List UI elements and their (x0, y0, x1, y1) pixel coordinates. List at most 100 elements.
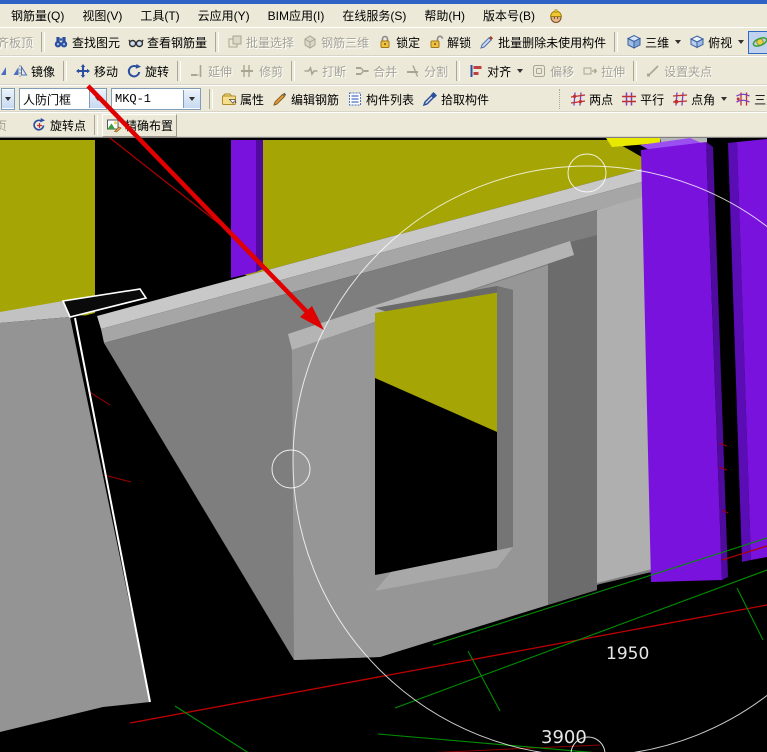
split-button[interactable]: 分割 (401, 60, 452, 83)
opening-right-jamb (497, 286, 513, 567)
rotate-icon (126, 63, 142, 79)
two-point-button[interactable]: 两点 (566, 88, 617, 111)
column-purple-upper-side (256, 140, 263, 272)
rebar-3d-icon (302, 34, 318, 50)
batch-select-button[interactable]: 批量选择 (223, 31, 298, 54)
chevron-down-icon[interactable] (517, 69, 523, 73)
viewport-3d[interactable]: 1950 3900 (0, 137, 767, 752)
rotate-point-icon (31, 117, 47, 133)
separator (94, 115, 98, 135)
offset-button[interactable]: 偏移 (527, 60, 578, 83)
unlock-button[interactable]: 解锁 (424, 31, 475, 54)
menu-rebar-quantity[interactable]: 钢筋量(Q) (2, 4, 73, 27)
view-top-button[interactable]: 俯视 (685, 31, 748, 54)
trim-button[interactable]: 修剪 (236, 60, 287, 83)
separator (291, 61, 295, 81)
parallel-button[interactable]: 平行 (617, 88, 668, 111)
separator (63, 61, 67, 81)
menu-version[interactable]: 版本号(B) (474, 4, 544, 27)
edit-rebar-button[interactable]: 编辑钢筋 (268, 88, 343, 111)
merge-button[interactable]: 合并 (350, 60, 401, 83)
menu-cloud-apps[interactable]: 云应用(Y) (189, 4, 259, 27)
view-3d-button[interactable]: 三维 (622, 31, 685, 54)
separator (614, 32, 618, 52)
clipped-label: 页 (0, 117, 9, 134)
toolbar-place: 页 旋转点 精确布置 (0, 112, 767, 137)
separator (559, 89, 562, 109)
break-icon (303, 63, 319, 79)
component-list-icon (347, 91, 363, 107)
component-name-value: MKQ-1 (112, 92, 183, 106)
menu-view[interactable]: 视图(V) (73, 4, 131, 27)
extend-icon (189, 63, 205, 79)
point-angle-icon (672, 91, 688, 107)
point-angle-button[interactable]: 点角 (668, 88, 731, 111)
rebar-3d-button[interactable]: 钢筋三维 (298, 31, 373, 54)
mirror-icon (12, 63, 28, 79)
menu-bim-apps[interactable]: BIM应用(I) (259, 4, 334, 27)
dimension-label-1950: 1950 (606, 644, 649, 664)
clipped-combo[interactable] (1, 88, 15, 110)
separator (41, 32, 45, 52)
lock-button[interactable]: 锁定 (373, 31, 424, 54)
binoculars-icon (53, 34, 69, 50)
three-point-aux-button[interactable]: 三点辅轴 (731, 88, 767, 111)
chevron-down-icon[interactable] (738, 40, 744, 44)
separator (456, 61, 460, 81)
brush-icon (479, 34, 495, 50)
combo-arrow-icon[interactable] (89, 90, 106, 108)
toolbar-edit: 镜像 移动 旋转 延伸 修剪 打断 合并 分割 (0, 56, 767, 85)
align-icon (468, 63, 484, 79)
scene-3d: 1950 3900 (0, 138, 767, 752)
lock-icon (377, 34, 393, 50)
menubar: 钢筋量(Q) 视图(V) 工具(T) 云应用(Y) BIM应用(I) 在线服务(… (0, 4, 767, 27)
pick-component-button[interactable]: 拾取构件 (418, 88, 493, 111)
set-grips-button[interactable]: 设置夹点 (641, 60, 716, 83)
unlock-icon (428, 34, 444, 50)
edit-rebar-icon (272, 91, 288, 107)
rotate-button[interactable]: 旋转 (122, 60, 173, 83)
move-button[interactable]: 移动 (71, 60, 122, 83)
precise-placement-button[interactable]: 精确布置 (102, 114, 177, 137)
component-list-button[interactable]: 构件列表 (343, 88, 418, 111)
break-button[interactable]: 打断 (299, 60, 350, 83)
chevron-down-icon[interactable] (721, 97, 727, 101)
toolbar-view: 齐板顶 查找图元 查看钢筋量 批量选择 钢筋三维 锁定 解锁 (0, 27, 767, 56)
view-rebar-quantity-button[interactable]: 查看钢筋量 (124, 31, 211, 54)
menu-tools[interactable]: 工具(T) (131, 4, 188, 27)
column-purple-upper[interactable] (231, 140, 256, 278)
clipped-icon (0, 63, 8, 79)
combo-arrow-icon[interactable] (183, 90, 200, 108)
flush-slab-top-button[interactable]: 齐板顶 (0, 31, 37, 54)
glasses-icon (128, 34, 144, 50)
chevron-down-icon[interactable] (675, 40, 681, 44)
batch-select-icon (227, 34, 243, 50)
separator (209, 89, 213, 109)
batch-delete-unused-button[interactable]: 批量删除未使用构件 (475, 31, 610, 54)
precise-place-icon (106, 117, 122, 133)
move-icon (75, 63, 91, 79)
align-button[interactable]: 对齐 (464, 60, 527, 83)
construction-worker-icon[interactable] (548, 8, 564, 24)
rotate-point-button[interactable]: 旋转点 (27, 114, 90, 137)
menu-help[interactable]: 帮助(H) (415, 4, 474, 27)
three-point-aux-icon (735, 91, 751, 107)
separator (215, 32, 219, 52)
split-icon (405, 63, 421, 79)
orbit-icon (752, 34, 767, 50)
find-element-button[interactable]: 查找图元 (49, 31, 124, 54)
component-type-combo[interactable]: 人防门框 (19, 88, 107, 110)
stretch-button[interactable]: 拉伸 (578, 60, 629, 83)
trim-icon (240, 63, 256, 79)
cube-3d-icon (626, 34, 642, 50)
properties-button[interactable]: 属性 (217, 88, 268, 111)
menu-online-services[interactable]: 在线服务(S) (333, 4, 415, 27)
mirror-button[interactable]: 镜像 (8, 60, 59, 83)
property-icon (221, 91, 237, 107)
dynamic-orbit-button[interactable]: 动态 (748, 31, 767, 54)
merge-icon (354, 63, 370, 79)
two-point-icon (570, 91, 586, 107)
extend-button[interactable]: 延伸 (185, 60, 236, 83)
component-name-combo[interactable]: MKQ-1 (111, 88, 201, 110)
wall-inner-corner (548, 235, 597, 605)
